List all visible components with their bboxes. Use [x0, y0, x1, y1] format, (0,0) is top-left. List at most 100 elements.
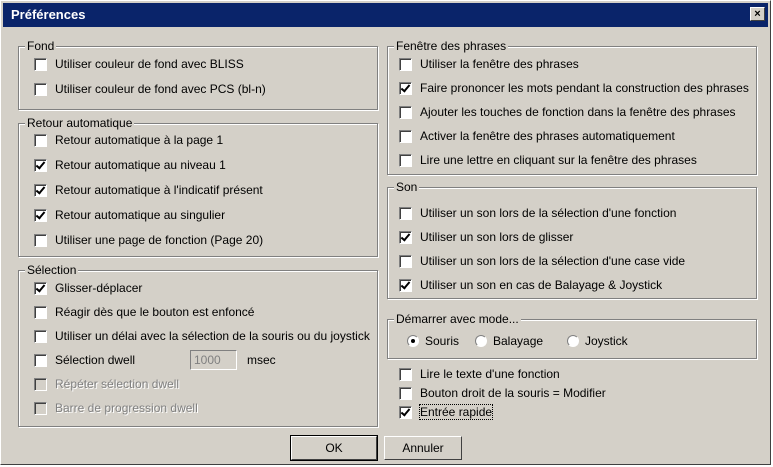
son-items-checkbox-3[interactable]: Utiliser un son en cas de Balayage & Joy… — [399, 278, 662, 292]
fenetre-items-checkbox-1[interactable]: Faire prononcer les mots pendant la cons… — [399, 81, 749, 95]
window-title: Préférences — [11, 7, 86, 22]
misc-items-checkbox-0[interactable]: Lire le texte d'une fonction — [399, 367, 560, 381]
group-fond-title: Fond — [25, 39, 57, 53]
selection-items-checkbox-4: Répéter sélection dwell — [34, 377, 179, 391]
group-fenetre-title: Fenêtre des phrases — [394, 39, 509, 53]
checkbox-box[interactable] — [399, 254, 412, 268]
dwell-unit-label: msec — [247, 353, 276, 367]
selection-items-checkbox-3[interactable]: Sélection dwell — [34, 353, 135, 367]
checkbox-box[interactable] — [34, 353, 47, 367]
checkbox-label: Retour automatique à la page 1 — [55, 133, 224, 147]
checkbox-label: Utiliser un son lors de glisser — [420, 230, 574, 244]
close-icon[interactable]: × — [750, 7, 765, 21]
ok-button[interactable]: OK — [290, 435, 378, 461]
checkbox-label: Retour automatique à l'indicatif présent — [55, 183, 263, 197]
checkbox-box[interactable] — [399, 230, 412, 244]
radio-dot[interactable] — [407, 335, 419, 347]
checkbox-label: Utiliser couleur de fond avec PCS (bl-n) — [55, 82, 266, 96]
group-fond: Fond — [18, 39, 378, 110]
checkbox-label: Utiliser la fenêtre des phrases — [420, 57, 579, 71]
checkbox-box[interactable] — [399, 81, 412, 95]
checkbox-box[interactable] — [34, 233, 47, 247]
fenetre-items-checkbox-3[interactable]: Activer la fenêtre des phrases automatiq… — [399, 129, 675, 143]
checkbox-box[interactable] — [34, 133, 47, 147]
fenetre-items-checkbox-0[interactable]: Utiliser la fenêtre des phrases — [399, 57, 579, 71]
retour-items-checkbox-1[interactable]: Retour automatique au niveau 1 — [34, 158, 226, 172]
selection-items-checkbox-0[interactable]: Glisser-déplacer — [34, 281, 142, 295]
checkbox-label: Bouton droit de la souris = Modifier — [420, 386, 606, 400]
checkbox-box[interactable] — [34, 158, 47, 172]
checkbox-label: Utiliser un son lors de la sélection d'u… — [420, 206, 677, 220]
radio-mode-1[interactable]: Balayage — [475, 334, 543, 348]
checkbox-box — [34, 377, 47, 391]
radio-label: Balayage — [493, 334, 544, 348]
radio-label: Joystick — [585, 334, 628, 348]
checkbox-label: Utiliser un son en cas de Balayage & Joy… — [420, 278, 663, 292]
checkbox-box[interactable] — [34, 82, 47, 96]
checkbox-box[interactable] — [399, 206, 412, 220]
checkbox-label: Retour automatique au niveau 1 — [55, 158, 226, 172]
checkbox-box[interactable] — [399, 129, 412, 143]
checkbox-label: Répéter sélection dwell — [55, 377, 180, 391]
checkbox-box[interactable] — [399, 405, 412, 419]
checkbox-box[interactable] — [34, 329, 47, 343]
misc-items-checkbox-1[interactable]: Bouton droit de la souris = Modifier — [399, 386, 606, 400]
fenetre-items-checkbox-2[interactable]: Ajouter les touches de fonction dans la … — [399, 105, 736, 119]
son-items-checkbox-1[interactable]: Utiliser un son lors de glisser — [399, 230, 573, 244]
fond-items-checkbox-1[interactable]: Utiliser couleur de fond avec PCS (bl-n) — [34, 82, 266, 96]
checkbox-label: Retour automatique au singulier — [55, 208, 226, 222]
ok-button-label: OK — [325, 441, 343, 455]
selection-items-checkbox-5: Barre de progression dwell — [34, 401, 198, 415]
radio-mode-0[interactable]: Souris — [407, 334, 459, 348]
checkbox-label: Utiliser un son lors de la sélection d'u… — [420, 254, 686, 268]
retour-items-checkbox-3[interactable]: Retour automatique au singulier — [34, 208, 225, 222]
group-retour-title: Retour automatique — [25, 116, 135, 130]
checkbox-box[interactable] — [399, 386, 412, 400]
checkbox-label: Entrée rapide — [418, 404, 494, 420]
group-selection-title: Sélection — [25, 263, 79, 277]
preferences-dialog: Préférences × Fond Utiliser couleur de f… — [0, 0, 771, 465]
checkbox-box[interactable] — [34, 183, 47, 197]
son-items-checkbox-0[interactable]: Utiliser un son lors de la sélection d'u… — [399, 206, 676, 220]
selection-items-checkbox-2[interactable]: Utiliser un délai avec la sélection de l… — [34, 329, 370, 343]
checkbox-label: Glisser-déplacer — [55, 281, 143, 295]
retour-items-checkbox-4[interactable]: Utiliser une page de fonction (Page 20) — [34, 233, 263, 247]
checkbox-box[interactable] — [399, 367, 412, 381]
checkbox-label: Utiliser une page de fonction (Page 20) — [55, 233, 264, 247]
checkbox-label: Lire le texte d'une fonction — [420, 367, 560, 381]
radio-label: Souris — [425, 334, 460, 348]
checkbox-label: Sélection dwell — [55, 353, 136, 367]
retour-items-checkbox-2[interactable]: Retour automatique à l'indicatif présent — [34, 183, 263, 197]
son-items-checkbox-2[interactable]: Utiliser un son lors de la sélection d'u… — [399, 254, 685, 268]
checkbox-label: Activer la fenêtre des phrases automatiq… — [420, 129, 675, 143]
group-demarrer-title: Démarrer avec mode... — [394, 312, 521, 326]
radio-mode-2[interactable]: Joystick — [567, 334, 628, 348]
checkbox-label: Barre de progression dwell — [55, 401, 198, 415]
misc-items-checkbox-2[interactable]: Entrée rapide — [399, 404, 494, 420]
checkbox-box[interactable] — [399, 57, 412, 71]
checkbox-box[interactable] — [34, 208, 47, 222]
checkbox-box[interactable] — [34, 57, 47, 71]
checkbox-label: Lire une lettre en cliquant sur la fenêt… — [420, 153, 697, 167]
dwell-time-input: 1000 — [190, 350, 237, 370]
checkbox-box[interactable] — [399, 153, 412, 167]
checkbox-box[interactable] — [34, 305, 47, 319]
group-son-title: Son — [394, 180, 420, 194]
fond-items-checkbox-0[interactable]: Utiliser couleur de fond avec BLISS — [34, 57, 244, 71]
checkbox-label: Réagir dès que le bouton est enfoncé — [55, 305, 255, 319]
checkbox-label: Ajouter les touches de fonction dans la … — [420, 105, 736, 119]
checkbox-box — [34, 401, 47, 415]
radio-dot[interactable] — [475, 335, 487, 347]
retour-items-checkbox-0[interactable]: Retour automatique à la page 1 — [34, 133, 223, 147]
title-bar[interactable]: Préférences × — [3, 3, 768, 27]
checkbox-label: Utiliser un délai avec la sélection de l… — [55, 329, 370, 343]
selection-items-checkbox-1[interactable]: Réagir dès que le bouton est enfoncé — [34, 305, 254, 319]
checkbox-box[interactable] — [399, 278, 412, 292]
cancel-button-label: Annuler — [402, 441, 444, 455]
fenetre-items-checkbox-4[interactable]: Lire une lettre en cliquant sur la fenêt… — [399, 153, 697, 167]
checkbox-box[interactable] — [34, 281, 47, 295]
checkbox-box[interactable] — [399, 105, 412, 119]
checkbox-label: Faire prononcer les mots pendant la cons… — [420, 81, 749, 95]
radio-dot[interactable] — [567, 335, 579, 347]
cancel-button[interactable]: Annuler — [384, 436, 462, 460]
